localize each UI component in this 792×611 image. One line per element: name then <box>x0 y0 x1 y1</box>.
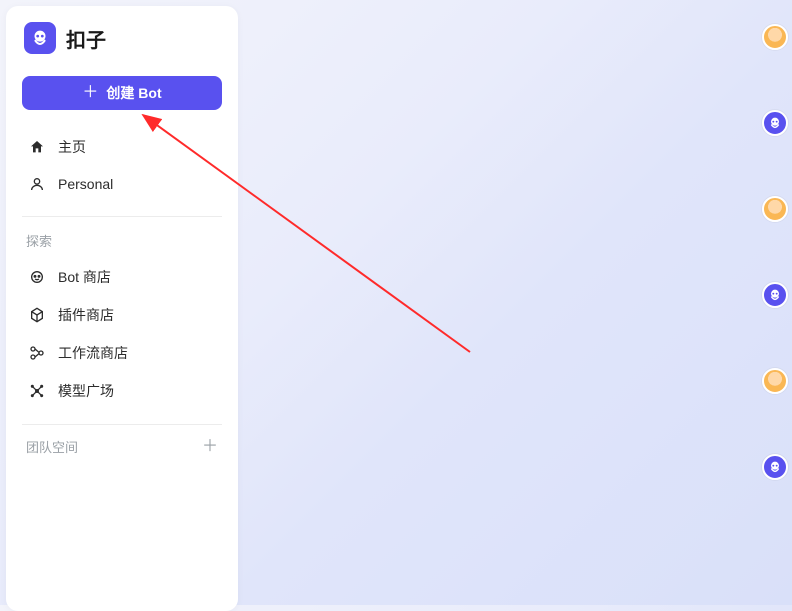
create-bot-label: 创建 Bot <box>106 83 161 103</box>
avatar[interactable] <box>762 196 788 222</box>
sidebar-item-label: 模型广场 <box>58 381 114 401</box>
brand-logo <box>24 22 56 54</box>
person-icon <box>28 175 46 193</box>
brand-name-text: 扣子 <box>66 24 106 53</box>
avatar-brand[interactable] <box>762 454 788 480</box>
plugin-store-icon <box>28 306 46 324</box>
divider <box>22 424 222 425</box>
home-icon <box>28 138 46 156</box>
explore-section-label: 探索 <box>22 229 222 258</box>
sidebar-item-plugin-store[interactable]: 插件商店 <box>22 296 222 334</box>
sidebar-item-bot-store[interactable]: Bot 商店 <box>22 258 222 296</box>
sidebar-item-label: 工作流商店 <box>58 343 128 363</box>
avatar-brand[interactable] <box>762 110 788 136</box>
team-space-label: 团队空间 <box>26 437 78 456</box>
add-team-space-button[interactable]: ＋ <box>202 439 218 455</box>
sidebar-item-label: 插件商店 <box>58 305 114 325</box>
sidebar-item-personal[interactable]: Personal <box>22 166 222 202</box>
brand: 扣子 <box>22 22 222 54</box>
create-bot-button[interactable]: ＋ 创建 Bot <box>22 76 222 110</box>
sidebar-item-label: 主页 <box>58 137 86 157</box>
brand-logo-icon <box>29 27 51 49</box>
bot-store-icon <box>28 268 46 286</box>
workflow-store-icon <box>28 344 46 362</box>
right-rail <box>758 0 792 605</box>
sidebar-item-home[interactable]: 主页 <box>22 128 222 166</box>
divider <box>22 216 222 217</box>
sidebar: 扣子 ＋ 创建 Bot 主页 Personal 探索 <box>6 6 238 611</box>
avatar[interactable] <box>762 368 788 394</box>
sidebar-item-model-arena[interactable]: 模型广场 <box>22 372 222 410</box>
team-space-section: 团队空间 ＋ <box>22 437 222 456</box>
sidebar-item-label: Bot 商店 <box>58 267 111 287</box>
nav-primary: 主页 Personal <box>22 128 222 202</box>
plus-icon: ＋ <box>82 85 98 101</box>
sidebar-item-label: Personal <box>58 176 113 192</box>
sidebar-item-workflow-store[interactable]: 工作流商店 <box>22 334 222 372</box>
nav-explore: Bot 商店 插件商店 工作流商店 模型广场 <box>22 258 222 410</box>
avatar-brand[interactable] <box>762 282 788 308</box>
model-arena-icon <box>28 382 46 400</box>
avatar[interactable] <box>762 24 788 50</box>
